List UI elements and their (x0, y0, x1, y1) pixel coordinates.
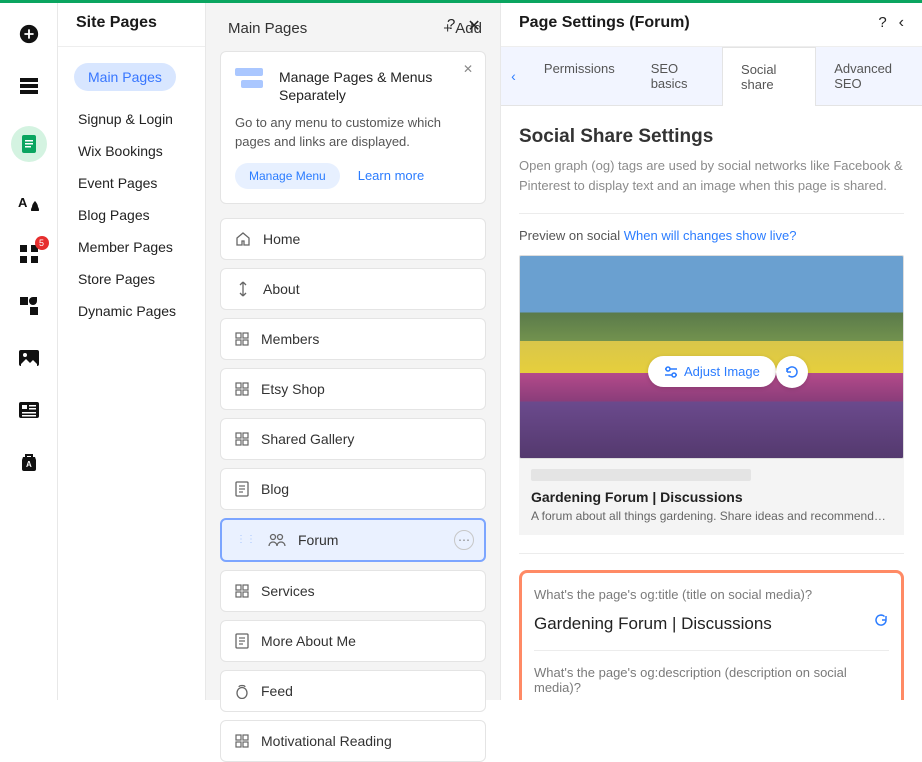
category-item[interactable]: Blog Pages (74, 199, 205, 231)
add-icon[interactable] (17, 22, 41, 46)
page-item-label: Home (263, 231, 300, 247)
pages-list-panel: Main Pages + Add ✕ Manage Pages & Menus … (206, 0, 501, 700)
category-item[interactable]: Signup & Login (74, 103, 205, 135)
tab-social-share[interactable]: Social share (722, 47, 816, 106)
page-item[interactable]: Blog (220, 468, 486, 510)
settings-collapse-icon[interactable]: ‹ (899, 14, 904, 32)
page-item-label: Motivational Reading (261, 733, 392, 749)
section-desc: Open graph (og) tags are used by social … (519, 156, 904, 214)
svg-text:A: A (26, 460, 32, 469)
page-item-label: Forum (298, 532, 338, 548)
menus-icon (235, 68, 267, 94)
preview-url-placeholder (531, 469, 751, 481)
og-title-reset-icon[interactable] (873, 612, 889, 633)
og-desc-label: What's the page's og:description (descri… (534, 665, 889, 695)
category-item[interactable]: Store Pages (74, 263, 205, 295)
manage-menu-button[interactable]: Manage Menu (235, 163, 340, 189)
theme-icon[interactable]: A (17, 190, 41, 214)
svg-text:A: A (18, 195, 28, 210)
category-main-pages[interactable]: Main Pages (74, 63, 176, 91)
media-icon[interactable] (17, 346, 41, 370)
page-item[interactable]: About (220, 268, 486, 310)
preview-title: Gardening Forum | Discussions (531, 489, 892, 505)
apps-badge: 5 (35, 236, 49, 250)
page-item[interactable]: Shared Gallery (220, 418, 486, 460)
og-title-input[interactable]: Gardening Forum | Discussions (534, 612, 861, 636)
page-item-label: More About Me (261, 633, 356, 649)
preview-image: Adjust Image (519, 255, 904, 459)
preview-label: Preview on social When will changes show… (519, 228, 904, 243)
page-item-label: Members (261, 331, 319, 347)
og-fields-highlight: What's the page's og:title (title on soc… (519, 570, 904, 700)
page-more-icon[interactable]: ⋯ (454, 530, 474, 550)
page-item[interactable]: Services (220, 570, 486, 612)
info-desc: Go to any menu to customize which pages … (235, 114, 471, 150)
info-close-icon[interactable]: ✕ (463, 62, 473, 76)
pages-icon[interactable] (11, 126, 47, 162)
tab-seo-basics[interactable]: SEO basics (633, 47, 722, 105)
page-item[interactable]: Motivational Reading (220, 720, 486, 762)
tab-permissions[interactable]: Permissions (526, 47, 633, 105)
refresh-image-button[interactable] (776, 356, 808, 388)
og-title-label: What's the page's og:title (title on soc… (534, 587, 889, 602)
help-icon[interactable]: ? (447, 16, 455, 36)
settings-tabs: ‹ PermissionsSEO basicsSocial shareAdvan… (501, 47, 922, 106)
tab-advanced-seo[interactable]: Advanced SEO (816, 47, 922, 105)
page-item-label: Services (261, 583, 315, 599)
data-icon[interactable] (17, 74, 41, 98)
apps-icon[interactable]: 5 (17, 242, 41, 266)
pages-list-title: Main Pages (228, 20, 307, 37)
page-item[interactable]: ⋮⋮ Forum ⋯ (220, 518, 486, 562)
section-title: Social Share Settings (519, 126, 904, 148)
page-item-label: Blog (261, 481, 289, 497)
page-item[interactable]: Etsy Shop (220, 368, 486, 410)
social-preview-card: Adjust Image Gardening Forum | Discussio… (519, 255, 904, 554)
sections-icon[interactable] (17, 398, 41, 422)
learn-more-link[interactable]: Learn more (358, 168, 424, 183)
page-item-label: Shared Gallery (261, 431, 354, 447)
category-item[interactable]: Wix Bookings (74, 135, 205, 167)
preview-desc: A forum about all things gardening. Shar… (531, 509, 892, 523)
page-item[interactable]: Home (220, 218, 486, 260)
category-item[interactable]: Member Pages (74, 231, 205, 263)
category-item[interactable]: Dynamic Pages (74, 295, 205, 327)
settings-help-icon[interactable]: ? (878, 14, 886, 32)
store-icon[interactable]: A (17, 450, 41, 474)
page-item[interactable]: More About Me (220, 620, 486, 662)
close-icon[interactable]: ✕ (467, 16, 480, 36)
page-item[interactable]: Feed (220, 670, 486, 712)
page-item-label: Feed (261, 683, 293, 699)
drag-handle-icon[interactable]: ⋮⋮ (236, 534, 256, 545)
plugins-icon[interactable] (17, 294, 41, 318)
page-settings-panel: Page Settings (Forum) ? ‹ ‹ PermissionsS… (501, 0, 922, 700)
page-item-label: About (263, 281, 300, 297)
info-card: ✕ Manage Pages & Menus Separately Go to … (220, 51, 486, 204)
left-rail: A 5 A (0, 0, 58, 700)
info-title: Manage Pages & Menus Separately (279, 68, 471, 104)
adjust-image-button[interactable]: Adjust Image (648, 356, 776, 387)
page-item-label: Etsy Shop (261, 381, 325, 397)
category-item[interactable]: Event Pages (74, 167, 205, 199)
settings-title: Page Settings (Forum) (519, 14, 690, 32)
page-item[interactable]: Members (220, 318, 486, 360)
tabs-prev-icon[interactable]: ‹ (501, 68, 526, 84)
preview-changes-link[interactable]: When will changes show live? (624, 228, 797, 243)
site-pages-title: Site Pages (76, 14, 157, 32)
site-pages-panel: Site Pages Main Pages Signup & LoginWix … (58, 0, 206, 700)
